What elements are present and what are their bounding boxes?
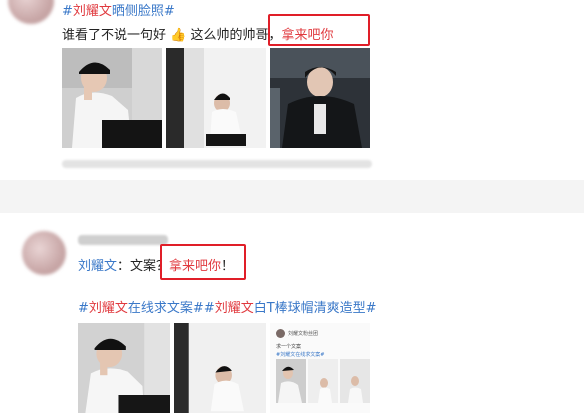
mini-text: 求一个文案: [276, 344, 302, 350]
post-photo[interactable]: [62, 48, 162, 148]
mini-username: 刘耀文粉丝团: [288, 331, 319, 337]
post-photo[interactable]: [270, 48, 370, 148]
weibo-post-1: #刘耀文晒侧脸照# 谁看了不说一句好 👍 这么帅的帅哥，拿来吧你: [0, 0, 584, 180]
user-mention[interactable]: 刘耀文: [78, 259, 117, 274]
post-photo[interactable]: [78, 323, 170, 413]
hashtag-prefix: #: [78, 301, 89, 316]
red-highlight-box: [160, 244, 246, 280]
blurred-username: [78, 235, 168, 245]
post-photo[interactable]: [166, 48, 266, 148]
hashtag-prefix: #: [62, 4, 73, 19]
mini-avatar: [276, 329, 285, 338]
user-avatar[interactable]: [8, 0, 54, 24]
thumbs-up-icon: 👍: [170, 28, 187, 43]
embedded-post-screenshot[interactable]: 刘耀文粉丝团 求一个文案 #刘耀文在线求文案#: [270, 323, 370, 413]
hashtag-suffix: 晒侧脸照#: [111, 4, 175, 19]
hashtag-link[interactable]: #刘耀文晒侧脸照#: [62, 0, 175, 19]
hashtag-name: 刘耀文: [88, 301, 128, 316]
hashtag-suffix: 在线求文案##: [127, 301, 215, 316]
mini-photo: [276, 359, 306, 403]
hashtag-link[interactable]: #刘耀文在线求文案##刘耀文白T棒球帽清爽造型#: [78, 297, 377, 316]
mini-post: 刘耀文粉丝团 求一个文案 #刘耀文在线求文案#: [270, 323, 370, 413]
blurred-footer: [62, 160, 372, 168]
mini-photo: [308, 359, 338, 403]
post-photo[interactable]: [174, 323, 266, 413]
weibo-post-2: 刘耀文：文案？拿来吧你！ #刘耀文在线求文案##刘耀文白T棒球帽清爽造型# 刘耀…: [0, 213, 584, 413]
post-text-part: 谁看了不说一句好: [62, 28, 167, 43]
hashtag-name: 刘耀文: [214, 301, 254, 316]
hashtag-name: 刘耀文: [72, 4, 112, 19]
user-avatar[interactable]: [22, 231, 66, 275]
red-highlight-box: [268, 14, 370, 46]
mini-photo: [340, 359, 370, 403]
hashtag-suffix: 白T棒球帽清爽造型#: [253, 301, 377, 316]
mini-hashtags: #刘耀文在线求文案#: [276, 352, 325, 358]
